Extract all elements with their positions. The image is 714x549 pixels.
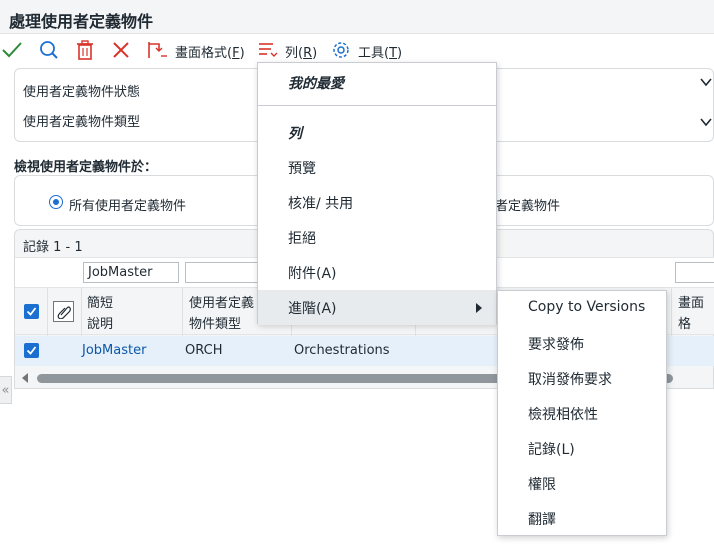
menu-item-translate[interactable]: 翻譯 (498, 501, 666, 536)
menu-item-columns[interactable]: 列 (258, 115, 496, 150)
record-count: 記錄 1 - 1 (23, 240, 83, 255)
delete-trash-icon[interactable] (73, 38, 97, 62)
menu-item-records[interactable]: 記錄(L) (498, 431, 666, 466)
menu-item-attachments[interactable]: 附件(A) (258, 255, 496, 290)
columns-menu: 我的最愛 列 預覽 核准/ 共用 拒絕 附件(A) 進階(A) (257, 62, 497, 325)
page-title: 處理使用者定義物件 (9, 12, 154, 31)
status-select[interactable] (495, 71, 714, 95)
tools-menu-button[interactable]: 工具(T) (358, 42, 402, 61)
col-description-header[interactable]: 簡短 說明 (87, 293, 113, 335)
ok-check-icon[interactable] (0, 38, 24, 62)
columns-list-icon[interactable] (256, 38, 280, 62)
select-all-checkbox[interactable] (24, 304, 39, 319)
status-label: 使用者定義物件狀態 (23, 85, 141, 100)
row-description[interactable]: JobMaster (82, 343, 146, 358)
attachment-clip-icon[interactable] (53, 301, 74, 322)
toolbar: 畫面格式(F) 列(R) 工具(T) (0, 35, 714, 65)
col-objtype-header[interactable]: 使用者定義 物件類型 (189, 293, 254, 335)
row-category: Orchestrations (294, 343, 390, 358)
scroll-left-icon[interactable] (21, 373, 29, 383)
qbe-form-input[interactable] (675, 262, 714, 283)
submenu-arrow-icon (476, 303, 482, 313)
collapse-panel-tab[interactable]: « (0, 376, 12, 404)
radio-partial-label: 者定義物件 (495, 199, 561, 214)
search-icon[interactable] (37, 38, 61, 62)
chevron-down-icon (700, 78, 712, 87)
row-objtype: ORCH (185, 343, 223, 358)
layout-menu-button[interactable]: 畫面格式(F) (175, 42, 245, 61)
menu-item-favorites[interactable]: 我的最愛 (258, 65, 496, 100)
chevron-down-icon (700, 118, 712, 127)
menu-item-permissions[interactable]: 權限 (498, 466, 666, 501)
title-bar: 處理使用者定義物件 (0, 0, 714, 34)
menu-item-reject[interactable]: 拒絕 (258, 220, 496, 255)
qbe-type-input[interactable] (185, 262, 265, 283)
menu-item-preview[interactable]: 預覽 (258, 150, 496, 185)
gear-icon[interactable] (329, 38, 353, 62)
menu-item-cancel-publish[interactable]: 取消發佈要求 (498, 361, 666, 396)
view-on-label: 檢視使用者定義物件於： (14, 160, 158, 175)
type-select[interactable] (495, 111, 714, 135)
menu-item-request-publish[interactable]: 要求發佈 (498, 326, 666, 361)
qbe-description-input[interactable]: JobMaster (83, 262, 179, 283)
radio-all[interactable] (49, 195, 63, 209)
type-label: 使用者定義物件類型 (23, 115, 141, 130)
columns-menu-button[interactable]: 列(R) (285, 42, 317, 61)
menu-item-view-dependencies[interactable]: 檢視相依性 (498, 396, 666, 431)
menu-item-approve-share[interactable]: 核准/ 共用 (258, 185, 496, 220)
layout-icon[interactable] (146, 38, 170, 62)
menu-item-advanced[interactable]: 進階(A) (258, 290, 496, 325)
cancel-close-icon[interactable] (109, 38, 133, 62)
radio-all-label: 所有使用者定義物件 (69, 199, 187, 214)
advanced-submenu: Copy to Versions 要求發佈 取消發佈要求 檢視相依性 記錄(L)… (497, 290, 667, 536)
menu-item-copy-to-versions[interactable]: Copy to Versions (498, 291, 666, 326)
row-checkbox[interactable] (24, 343, 39, 358)
